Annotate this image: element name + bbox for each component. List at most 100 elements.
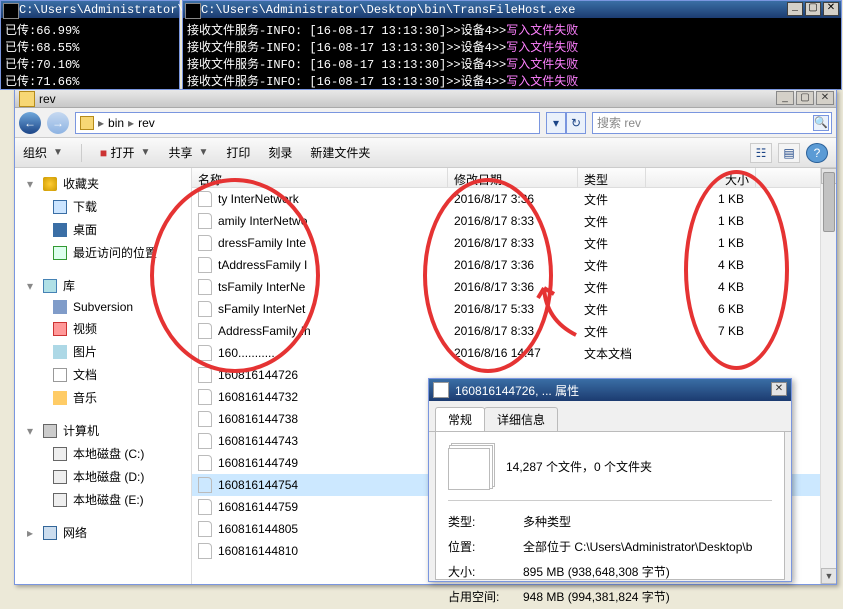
max-icon[interactable]: ▢ (805, 2, 821, 16)
nav-subversion[interactable]: Subversion (15, 297, 191, 317)
nav-desktop[interactable]: 桌面 (15, 218, 191, 241)
file-icon (198, 257, 212, 273)
tab-details[interactable]: 详细信息 (484, 407, 558, 431)
col-type[interactable]: 类型 (578, 168, 646, 187)
download-icon (53, 200, 67, 214)
file-name: 160816144759 (218, 500, 298, 514)
file-type: 文件 (578, 323, 646, 340)
address-dropdown[interactable]: ▾ (546, 112, 566, 134)
burn-button[interactable]: 刻录 (268, 144, 292, 161)
search-icon[interactable]: 🔍 (813, 115, 829, 131)
search-input[interactable]: 搜索 rev 🔍 (592, 112, 832, 134)
file-size: 4 KB (646, 280, 756, 294)
properties-tabs: 常规 详细信息 (429, 401, 791, 432)
breadcrumb[interactable]: ▸ bin ▸ rev (75, 112, 540, 134)
nav-downloads[interactable]: 下载 (15, 195, 191, 218)
breadcrumb-rev[interactable]: rev (138, 116, 155, 130)
properties-title: 160816144726, ... 属性 (455, 382, 579, 399)
nav-music[interactable]: 音乐 (15, 386, 191, 409)
nav-back-button[interactable]: ← (19, 112, 41, 134)
table-row[interactable]: tsFamily InterNe2016/8/17 3:36文件4 KB (192, 276, 836, 298)
separator (81, 144, 82, 162)
col-modified[interactable]: 修改日期 (448, 168, 578, 187)
table-row[interactable]: dressFamily Inte2016/8/17 8:33文件1 KB (192, 232, 836, 254)
scrollbar[interactable]: ▲ ▼ (820, 168, 836, 584)
file-icon (198, 301, 212, 317)
scroll-down-icon[interactable]: ▼ (821, 568, 836, 584)
help-button[interactable]: ? (806, 143, 828, 163)
organize-button[interactable]: 组织 (23, 144, 47, 161)
nav-drive-c[interactable]: 本地磁盘 (C:) (15, 442, 191, 465)
prop-size-value: 895 MB (938,648,308 字节) (523, 563, 670, 580)
file-icon (198, 411, 212, 427)
prop-loc-label: 位置: (448, 538, 523, 555)
file-name: tsFamily InterNe (218, 280, 305, 294)
nav-tree[interactable]: 收藏夹 下载 桌面 最近访问的位置 库 Subversion 视频 图片 文档 … (15, 168, 192, 584)
col-size[interactable]: 大小 (646, 168, 756, 187)
print-button[interactable]: 打印 (226, 144, 250, 161)
share-button[interactable]: 共享 (168, 144, 192, 161)
file-date: 2016/8/17 5:33 (448, 302, 578, 316)
nav-drive-d[interactable]: 本地磁盘 (D:) (15, 465, 191, 488)
nav-video[interactable]: 视频 (15, 317, 191, 340)
table-row[interactable]: ty InterNetwork2016/8/17 3:36文件1 KB (192, 188, 836, 210)
file-date: 2016/8/17 3:36 (448, 258, 578, 272)
nav-drive-e[interactable]: 本地磁盘 (E:) (15, 488, 191, 511)
close-icon[interactable]: ✕ (823, 2, 839, 16)
nav-library[interactable]: 库 (15, 274, 191, 297)
close-icon[interactable]: ✕ (816, 91, 834, 105)
table-row[interactable]: 160...........2016/8/16 14:47文本文档 (192, 342, 836, 364)
file-name: amily InterNetwo (218, 214, 307, 228)
console-window-left: C:\Users\Administrator\ 已传:66.99% 已传:68.… (0, 0, 180, 90)
table-row[interactable]: sFamily InterNet2016/8/17 5:33文件6 KB (192, 298, 836, 320)
nav-computer[interactable]: 计算机 (15, 419, 191, 442)
table-row[interactable]: AddressFamily In2016/8/17 8:33文件7 KB (192, 320, 836, 342)
drive-icon (53, 447, 67, 461)
close-icon[interactable]: ✕ (771, 382, 787, 396)
nav-favorites[interactable]: 收藏夹 (15, 172, 191, 195)
nav-recent[interactable]: 最近访问的位置 (15, 241, 191, 264)
nav-network[interactable]: 网络 (15, 521, 191, 544)
nav-forward-button[interactable]: → (47, 112, 69, 134)
preview-pane-button[interactable]: ▤ (778, 143, 800, 163)
newfolder-button[interactable]: 新建文件夹 (310, 144, 370, 161)
explorer-title: rev (39, 92, 56, 106)
scroll-thumb[interactable] (823, 172, 835, 232)
console-right-title-text: C:\Users\Administrator\Desktop\bin\Trans… (201, 3, 575, 17)
prop-type-label: 类型: (448, 513, 523, 530)
min-icon[interactable]: _ (787, 2, 803, 16)
file-size: 4 KB (646, 258, 756, 272)
file-icon (198, 367, 212, 383)
breadcrumb-bin[interactable]: bin (108, 116, 124, 130)
view-button[interactable]: ☷ (750, 143, 772, 163)
console-left-body: 已传:66.99% 已传:68.55% 已传:70.10% 已传:71.66% (1, 19, 179, 91)
min-icon[interactable]: _ (776, 91, 794, 105)
nav-pictures[interactable]: 图片 (15, 340, 191, 363)
open-button[interactable]: ■ 打开 (100, 144, 135, 161)
file-type: 文件 (578, 213, 646, 230)
prop-size-label: 大小: (448, 563, 523, 580)
column-headers: 名称 修改日期 类型 大小 (192, 168, 836, 188)
file-icon (198, 279, 212, 295)
console-left-title-text: C:\Users\Administrator\ (19, 3, 185, 17)
max-icon[interactable]: ▢ (796, 91, 814, 105)
file-type: 文件 (578, 257, 646, 274)
search-placeholder: 搜索 rev (597, 114, 641, 131)
nav-documents[interactable]: 文档 (15, 363, 191, 386)
file-size: 1 KB (646, 192, 756, 206)
tab-general[interactable]: 常规 (435, 407, 485, 431)
refresh-button[interactable]: ↻ (566, 112, 586, 134)
console-left-title: C:\Users\Administrator\ (1, 1, 179, 19)
console-window-right: C:\Users\Administrator\Desktop\bin\Trans… (182, 0, 842, 90)
chevron-right-icon[interactable]: ▸ (98, 116, 104, 130)
table-row[interactable]: amily InterNetwo2016/8/17 8:33文件1 KB (192, 210, 836, 232)
col-name[interactable]: 名称 (192, 168, 448, 187)
chevron-right-icon[interactable]: ▸ (128, 116, 134, 130)
properties-body: 14,287 个文件，0 个文件夹 类型:多种类型 位置:全部位于 C:\Use… (435, 432, 785, 580)
table-row[interactable]: tAddressFamily I 2016/8/17 3:36文件4 KB (192, 254, 836, 276)
file-name: tAddressFamily I (218, 258, 307, 272)
file-icon (198, 191, 212, 207)
file-size: 6 KB (646, 302, 756, 316)
file-icon (198, 477, 212, 493)
properties-dialog: 160816144726, ... 属性 ✕ 常规 详细信息 14,287 个文… (428, 378, 792, 582)
